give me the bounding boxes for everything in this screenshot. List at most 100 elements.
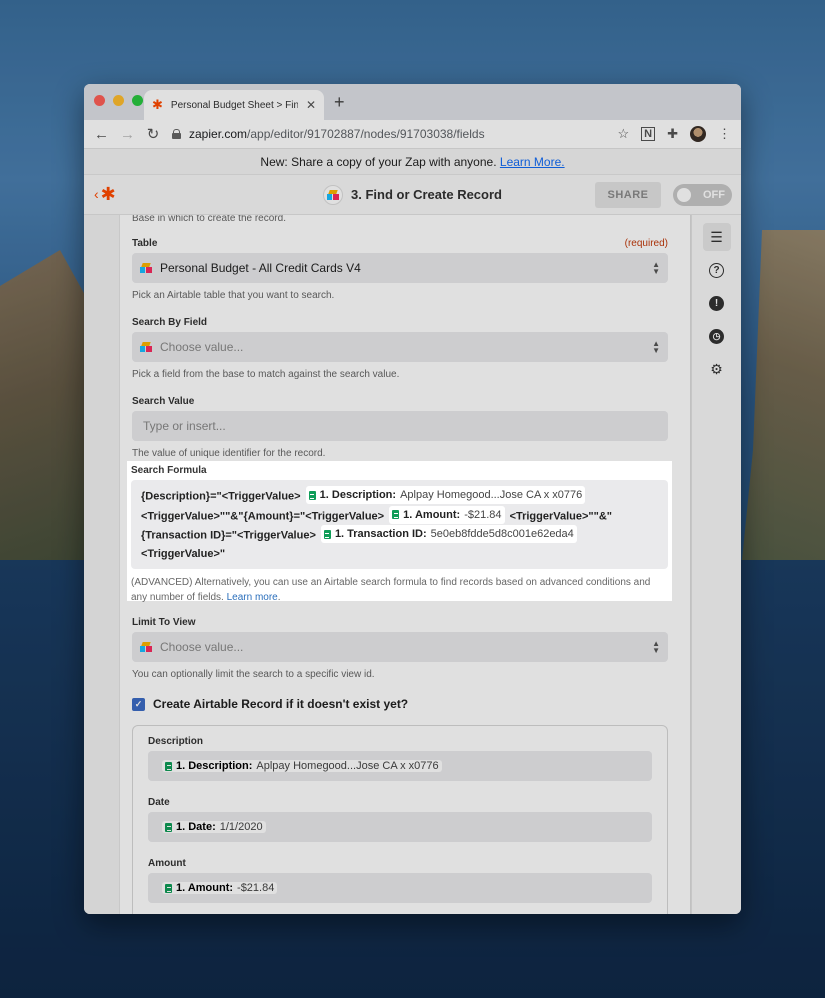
step-title: 3. Find or Create Record	[323, 184, 502, 205]
required-indicator: (required)	[624, 238, 668, 249]
zap-on-off-toggle[interactable]: OFF	[673, 184, 732, 206]
limit-to-view-placeholder: Choose value...	[160, 640, 244, 654]
google-sheets-icon	[165, 822, 172, 832]
minimize-window-button[interactable]	[113, 95, 124, 106]
forward-arrow-icon[interactable]: →	[120, 126, 135, 143]
search-value-field: Search Value Type or insert... The value…	[132, 396, 668, 461]
airtable-icon	[323, 184, 343, 205]
description-label: Description	[148, 736, 204, 747]
banner-text: New: Share a copy of your Zap with anyon…	[260, 155, 497, 169]
close-window-button[interactable]	[94, 95, 105, 106]
banner-learn-more-link[interactable]: Learn More.	[500, 155, 565, 169]
search-by-field-placeholder: Choose value...	[160, 340, 244, 354]
create-record-checkbox[interactable]: ✓	[132, 697, 145, 711]
window-controls	[94, 95, 143, 106]
limit-to-view-hint: You can optionally limit the search to a…	[132, 669, 375, 680]
search-by-field-hint: Pick a field from the base to match agai…	[132, 369, 400, 380]
base-hint: Base in which to create the record.	[132, 215, 286, 224]
chevron-left-icon: ‹	[94, 186, 99, 202]
toggle-label: OFF	[703, 189, 725, 201]
zapier-favicon-icon: ✱	[152, 97, 163, 112]
alert-icon[interactable]: !	[703, 289, 731, 317]
zapier-logo-icon: ✱	[100, 184, 116, 204]
search-formula-input[interactable]: {Description}="<TriggerValue> 1. Descrip…	[131, 480, 668, 569]
airtable-icon	[140, 342, 152, 352]
formula-text: {Description}="<TriggerValue>	[141, 490, 301, 503]
date-pill[interactable]: 1. Date: 1/1/2020	[162, 821, 266, 833]
amount-input[interactable]: 1. Amount: -$21.84	[148, 873, 652, 903]
menu-icon[interactable]: ⋮	[718, 126, 731, 142]
date-label: Date	[148, 797, 170, 808]
right-rail: ☰ ? ! ◷ ⚙	[691, 215, 741, 914]
search-by-field: Search By Field Choose value... ▲ ▼ Pick …	[132, 317, 668, 382]
history-icon[interactable]: ◷	[703, 322, 731, 350]
table-label: Table (required)	[132, 238, 668, 249]
table-select[interactable]: Personal Budget - All Credit Cards V4 ▲ ▼	[132, 253, 668, 283]
formula-text: <TriggerValue>"	[141, 547, 226, 560]
new-tab-icon[interactable]: +	[334, 92, 345, 113]
share-button[interactable]: SHARE	[595, 182, 661, 208]
google-sheets-icon	[165, 883, 172, 893]
search-value-input[interactable]: Type or insert...	[132, 411, 668, 441]
amount-pill[interactable]: 1. Amount: -$21.84	[162, 882, 278, 894]
share-banner: New: Share a copy of your Zap with anyon…	[84, 149, 741, 175]
limit-to-view-field: Limit To View Choose value... ▲ ▼ You can…	[132, 617, 668, 682]
table-select-value: Personal Budget - All Credit Cards V4	[160, 261, 361, 275]
transaction-id-pill[interactable]: 1. Transaction ID: 5e0eb8fdde5d8c001e62e…	[320, 525, 577, 543]
create-record-panel: Description 1. Description: Aplpay Homeg…	[132, 725, 668, 914]
formula-text: {Transaction ID}="<TriggerValue>	[141, 529, 316, 542]
google-sheets-icon	[308, 490, 316, 500]
search-formula-hint: (ADVANCED) Alternatively, you can use an…	[131, 576, 651, 603]
reload-icon[interactable]: ↻	[146, 125, 160, 143]
browser-tab[interactable]: ✱ Personal Budget Sheet > Find o ✕	[144, 90, 324, 120]
select-arrows-icon: ▲ ▼	[652, 639, 660, 655]
amount-pill[interactable]: 1. Amount: -$21.84	[389, 505, 505, 524]
limit-to-view-label: Limit To View	[132, 617, 196, 628]
description-pill[interactable]: 1. Description: Aplpay Homegood...Jose C…	[162, 760, 442, 772]
select-arrows-icon: ▲ ▼	[652, 260, 660, 276]
extensions-icon[interactable]: ✚	[667, 126, 678, 142]
url-text: zapier.com/app/editor/91702887/nodes/917…	[189, 127, 485, 141]
formula-text: <TriggerValue>""&"{Amount}="<TriggerValu…	[141, 510, 385, 522]
search-by-field-label: Search By Field	[132, 317, 208, 328]
search-formula-field: Search Formula {Description}="<TriggerVa…	[127, 461, 672, 603]
address-bar[interactable]: zapier.com/app/editor/91702887/nodes/917…	[172, 123, 605, 145]
zap-header: ‹ ✱ 3. Find or Create Record SHARE OFF	[84, 175, 741, 215]
description-input[interactable]: 1. Description: Aplpay Homegood...Jose C…	[148, 751, 652, 781]
help-icon[interactable]: ?	[703, 256, 731, 284]
google-sheets-icon	[165, 761, 172, 771]
notion-extension-icon[interactable]: N	[641, 127, 656, 141]
maximize-window-button[interactable]	[132, 95, 143, 106]
search-value-hint: The value of unique identifier for the r…	[132, 448, 326, 459]
date-input[interactable]: 1. Date: 1/1/2020	[148, 812, 652, 842]
airtable-icon	[140, 642, 152, 652]
airtable-icon	[140, 263, 152, 273]
tab-title: Personal Budget Sheet > Find o	[170, 99, 298, 111]
star-icon[interactable]: ☆	[617, 126, 629, 142]
description-pill[interactable]: 1. Description: Aplpay Homegood...Jose C…	[305, 486, 586, 504]
search-value-label: Search Value	[132, 396, 195, 407]
limit-to-view-select[interactable]: Choose value... ▲ ▼	[132, 632, 668, 662]
search-formula-label: Search Formula	[131, 465, 207, 476]
google-sheets-icon	[323, 529, 331, 539]
google-sheets-icon	[392, 510, 400, 519]
create-record-label: Create Airtable Record if it doesn't exi…	[153, 697, 409, 711]
toggle-knob	[677, 188, 691, 202]
tab-bar: ✱ Personal Budget Sheet > Find o ✕ +	[84, 84, 741, 120]
details-icon[interactable]: ☰	[702, 223, 731, 251]
settings-icon[interactable]: ⚙	[703, 355, 731, 383]
select-arrows-icon: ▲ ▼	[652, 339, 660, 355]
toolbar-icons: ☆ N ✚ ⋮	[617, 126, 731, 142]
table-hint: Pick an Airtable table that you want to …	[132, 290, 335, 301]
profile-avatar[interactable]	[690, 126, 706, 142]
zapier-back-button[interactable]: ‹ ✱	[94, 185, 116, 203]
search-by-field-select[interactable]: Choose value... ▲ ▼	[132, 332, 668, 362]
step-title-text: 3. Find or Create Record	[351, 187, 502, 202]
search-formula-learn-more-link[interactable]: Learn more	[227, 592, 278, 603]
create-record-row[interactable]: ✓ Create Airtable Record if it doesn't e…	[132, 697, 668, 711]
table-field: Table (required) Personal Budget - All C…	[132, 238, 668, 303]
back-arrow-icon[interactable]: ←	[94, 126, 109, 143]
lock-icon	[172, 129, 181, 139]
tab-close-icon[interactable]: ✕	[306, 98, 316, 112]
amount-label: Amount	[148, 858, 186, 869]
